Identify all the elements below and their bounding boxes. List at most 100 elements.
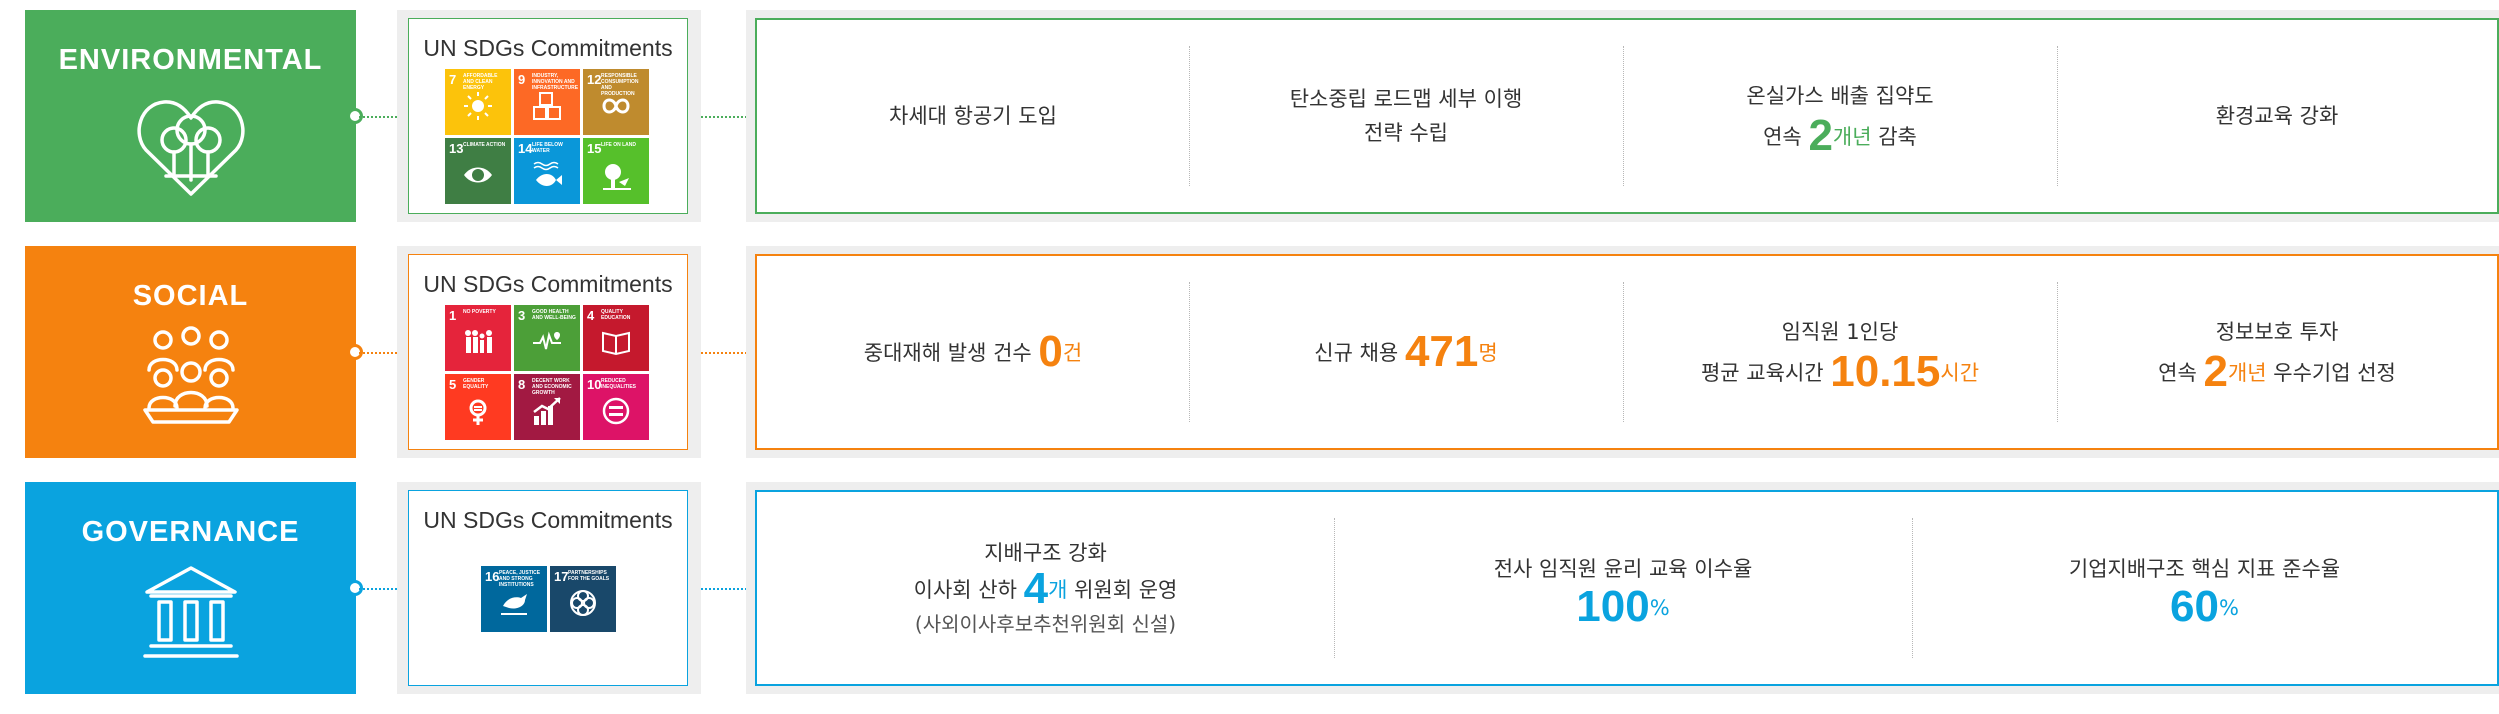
- sdg-tile-15: 15 LIFE ON LAND: [583, 138, 649, 204]
- sdg-tile-4: 4 QUALITY EDUCATION: [583, 305, 649, 371]
- social-category-block: SOCIAL: [25, 246, 363, 458]
- kpi-unit: 명: [1478, 340, 1498, 365]
- sdg-number: 1: [449, 308, 457, 323]
- environmental-row: ENVIRONMENTAL UN SDGs Commitments 7 AFFOR…: [0, 10, 2499, 224]
- kpi-item: 온실가스 배출 집약도 연속 2개년 감축: [1623, 20, 2057, 212]
- kpi-pre: 연속: [1763, 124, 1809, 149]
- kpi-value: 10.15: [1830, 346, 1941, 396]
- kpi-unit: 건: [1062, 340, 1083, 365]
- kpi-note: (사외이사후보추천위원회 신설): [914, 611, 1177, 636]
- tree-bird-icon: [603, 164, 631, 190]
- infinity-icon: [602, 98, 630, 114]
- kpi-unit: 개년: [2227, 360, 2267, 385]
- sdg-tile-8: 8 DECENT WORK AND ECONOMIC GROWTH: [514, 374, 580, 440]
- sdg-commitments-panel: UN SDGs Commitments 7 AFFORDABLE AND CLEA…: [397, 10, 701, 222]
- kpi-post: 감축: [1871, 124, 1917, 149]
- sdg-tile-16: 16 PEACE, JUSTICE AND STRONG INSTITUTIONS: [481, 566, 547, 632]
- sdg-box: UN SDGs Commitments 7 AFFORDABLE AND CLEA…: [408, 18, 688, 214]
- kpi-value: 0: [1038, 326, 1063, 376]
- kpi-text: 환경교육 강화: [2215, 104, 2339, 128]
- kpi-post: 위원회 운영: [1067, 577, 1178, 602]
- sdg-tile-10: 10 REDUCED INEQUALITIES: [583, 374, 649, 440]
- sdg-label: LIFE ON LAND: [601, 142, 636, 148]
- connector-line: [359, 352, 397, 354]
- sdg-number: 3: [518, 308, 526, 323]
- sun-icon: [464, 92, 492, 120]
- sdg-tile-3: 3 GOOD HEALTH AND WELL-BEING: [514, 305, 580, 371]
- sdg-label: PEACE, JUSTICE AND STRONG INSTITUTIONS: [499, 570, 541, 588]
- kpi-line1: 기업지배구조 핵심 지표 준수율: [2068, 556, 2341, 581]
- sdg-number: 15: [587, 141, 602, 156]
- kpi-value: 2: [1808, 110, 1833, 160]
- sdg-box: UN SDGs Commitments 16 PEACE, JUSTICE AND…: [408, 490, 688, 686]
- sdg-label: INDUSTRY, INNOVATION AND INFRASTRUCTURE: [532, 73, 579, 91]
- kpi-line2: 전략 수립: [1364, 121, 1448, 145]
- cubes-icon: [533, 92, 561, 120]
- kpi-box: 중대재해 발생 건수 0건 신규 채용 471명 임직원 1인당 평균 교육시간…: [755, 254, 2499, 450]
- heart-tree-icon: [136, 94, 246, 202]
- gender-icon: [469, 399, 487, 425]
- sdg-tile-9: 9 INDUSTRY, INNOVATION AND INFRASTRUCTURE: [514, 69, 580, 135]
- sdg-tile-14: 14 LIFE BELOW WATER: [514, 138, 580, 204]
- kpi-post: 우수기업 선정: [2266, 360, 2396, 385]
- kpi-pre: 평균 교육시간: [1700, 360, 1831, 385]
- kpi-unit: %: [2218, 595, 2239, 620]
- sdg-title: UN SDGs Commitments: [423, 271, 673, 297]
- sdg-tile-13: 13 CLIMATE ACTION: [445, 138, 511, 204]
- kpi-value: 100: [1576, 581, 1650, 631]
- kpi-value: 60: [2170, 581, 2219, 631]
- kpi-unit: %: [1649, 595, 1670, 620]
- kpi-item: 기업지배구조 핵심 지표 준수율 60%: [1912, 492, 2497, 684]
- fish-icon: [533, 161, 562, 186]
- social-kpi-panel: 중대재해 발생 건수 0건 신규 채용 471명 임직원 1인당 평균 교육시간…: [746, 246, 2499, 458]
- kpi-item: 지배구조 강화 이사회 산하 4개 위원회 운영 (사외이사후보추천위원회 신설…: [757, 492, 1334, 684]
- connector-line: [359, 116, 397, 118]
- governance-title: GOVERNANCE: [81, 516, 300, 548]
- sdg-number: 4: [587, 308, 595, 323]
- sdg-commitments-panel: UN SDGs Commitments 16 PEACE, JUSTICE AND…: [397, 482, 701, 694]
- book-icon: [602, 331, 630, 356]
- eye-globe-icon: [464, 167, 492, 183]
- kpi-line1: 탄소중립 로드맵 세부 이행: [1289, 87, 1523, 111]
- sdg-commitments-panel: UN SDGs Commitments 1 NO POVERTY 3 GOOD HEA…: [397, 246, 701, 458]
- sdg-number: 7: [449, 72, 457, 87]
- governance-category-block: GOVERNANCE: [25, 482, 363, 694]
- sdg-number: 12: [587, 72, 602, 87]
- kpi-line1: 전사 임직원 윤리 교육 이수율: [1493, 556, 1753, 581]
- sdg-number: 17: [554, 569, 569, 584]
- sdg-number: 13: [449, 141, 464, 156]
- kpi-value: 4: [1023, 563, 1049, 613]
- sdg-tile-17: 17 PARTNERSHIPS FOR THE GOALS: [550, 566, 616, 632]
- governance-kpi-panel: 지배구조 강화 이사회 산하 4개 위원회 운영 (사외이사후보추천위원회 신설…: [746, 482, 2499, 694]
- kpi-line1: 정보보호 투자: [2215, 319, 2339, 344]
- kpi-item: 정보보호 투자 연속 2개년 우수기업 선정: [2057, 256, 2497, 448]
- sdg-number: 10: [587, 377, 602, 392]
- sdg-tile-5: 5 GENDER EQUALITY: [445, 374, 511, 440]
- social-title: SOCIAL: [132, 280, 249, 312]
- kpi-text: 차세대 항공기 도입: [889, 104, 1057, 128]
- sdg-label: CLIMATE ACTION: [463, 142, 506, 148]
- sdg-number: 8: [518, 377, 526, 392]
- people-group-icon: [141, 326, 241, 430]
- social-row: SOCIAL UN SDGs Commitments 1 NO POVERTY 3 G…: [0, 246, 2499, 460]
- sdg-number: 5: [449, 377, 457, 392]
- kpi-item: 환경교육 강화: [2057, 20, 2497, 212]
- kpi-item: 중대재해 발생 건수 0건: [757, 256, 1189, 448]
- kpi-item: 임직원 1인당 평균 교육시간 10.15시간: [1623, 256, 2057, 448]
- institution-building-icon: [141, 562, 241, 666]
- sdg-label: NO POVERTY: [463, 309, 496, 315]
- governance-row: GOVERNANCE UN SDGs Commitments 16 PEACE, …: [0, 482, 2499, 696]
- rings-icon: [570, 590, 596, 616]
- kpi-item: 전사 임직원 윤리 교육 이수율 100%: [1334, 492, 1912, 684]
- connector-line: [359, 588, 397, 590]
- kpi-pre: 중대재해 발생 건수: [863, 340, 1039, 365]
- kpi-line1: 임직원 1인당: [1781, 319, 1899, 344]
- kpi-line1: 온실가스 배출 집약도: [1746, 83, 1934, 108]
- sdg-label: GOOD HEALTH AND WELL-BEING: [532, 309, 576, 321]
- sdg-label: DECENT WORK AND ECONOMIC GROWTH: [532, 378, 572, 396]
- environmental-category-block: ENVIRONMENTAL: [25, 10, 363, 222]
- sdg-number: 16: [485, 569, 500, 584]
- equal-icon: [602, 397, 630, 425]
- kpi-pre: 신규 채용: [1314, 340, 1405, 365]
- sdg-number: 9: [518, 72, 526, 87]
